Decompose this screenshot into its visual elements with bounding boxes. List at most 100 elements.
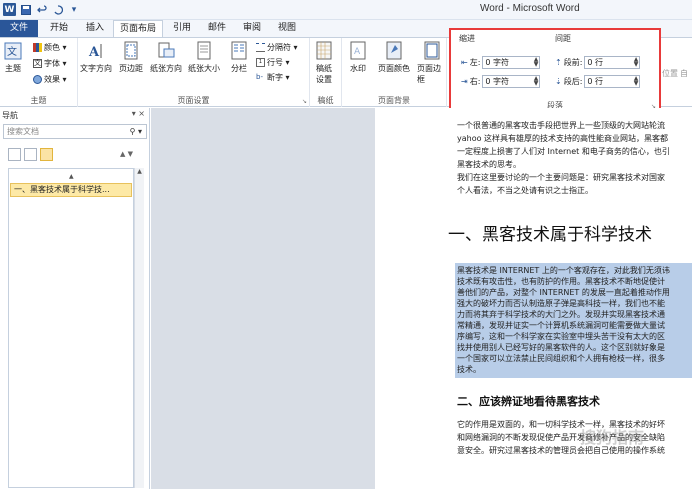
save-icon[interactable]: [20, 4, 32, 16]
indent-left-value: 0 字符: [485, 58, 510, 67]
draft-paper-button[interactable]: 稿纸 设置: [315, 41, 333, 85]
line-numbers-icon: 1: [256, 58, 265, 67]
size-label: 纸张大小: [188, 64, 220, 73]
nav-scrollbar[interactable]: ▲: [134, 168, 144, 488]
theme-fonts-button[interactable]: 文 字体 ▾: [33, 58, 67, 69]
theme-effects-button[interactable]: 效果 ▾: [33, 74, 67, 85]
themes-button[interactable]: 文 主题: [4, 41, 22, 74]
quick-access-toolbar: W ▾: [3, 3, 80, 16]
themes-label: 主题: [5, 64, 21, 73]
position-button[interactable]: 位置 自: [662, 68, 688, 79]
watermark-icon: A: [350, 41, 366, 60]
spacing-before-input[interactable]: 0 行 ▲ ▼: [584, 56, 641, 69]
orientation-button[interactable]: 纸张方向: [150, 41, 182, 74]
heading-item[interactable]: 一、黑客技术属于科学技...: [10, 183, 132, 197]
text-direction-button[interactable]: A 文字方向: [80, 41, 112, 74]
columns-button[interactable]: 分栏: [230, 41, 248, 74]
browse-pages-icon[interactable]: [24, 148, 37, 161]
margins-label: 页边距: [119, 64, 143, 73]
page-borders-icon: [424, 41, 439, 60]
text-direction-label: 文字方向: [80, 64, 112, 73]
nav-search-input[interactable]: 搜索文档 ⚲ ▾: [3, 124, 147, 139]
spacing-after-label: 段后:: [563, 77, 583, 86]
heading-list: ▲ 一、黑客技术属于科学技...: [8, 168, 134, 488]
spacing-after-input[interactable]: 0 行 ▲ ▼: [584, 75, 641, 88]
doc-line: 黑客技术的思考。: [457, 160, 521, 169]
watermark-button[interactable]: A 水印: [349, 41, 367, 74]
scroll-up-icon[interactable]: ▲: [135, 168, 144, 176]
page-color-icon: [386, 41, 402, 60]
customize-icon[interactable]: ▾: [68, 4, 80, 16]
tab-home[interactable]: 开始: [42, 20, 76, 37]
browse-results-icon[interactable]: [40, 148, 53, 161]
hyphenation-button[interactable]: b- 断字 ▾: [256, 72, 290, 83]
group-label-draft: 稿纸: [317, 96, 334, 105]
spin-arrows-icon[interactable]: ▲ ▼: [534, 57, 539, 68]
size-button[interactable]: 纸张大小: [188, 41, 220, 74]
group-label-page-setup: 页面设置: [177, 96, 210, 105]
selected-line: 技术既有攻击性，也有防护的作用。黑客技术不断地促使计: [457, 277, 665, 286]
doc-line: yahoo 这样具有雄厚的技术支持的高性能商业网站，黑客都: [457, 134, 669, 143]
document-heading-2: 二、应该辨证地看待黑客技术: [457, 395, 600, 408]
page-color-label: 页面颜色: [378, 64, 410, 73]
text-direction-icon: A: [88, 44, 102, 60]
nav-prev-next-icon[interactable]: ▲ ▼: [120, 150, 133, 158]
indent-right-label: 右:: [469, 77, 481, 86]
tab-page-layout[interactable]: 页面布局: [113, 20, 163, 37]
margins-button[interactable]: 页边距: [119, 41, 143, 74]
spin-arrows-icon[interactable]: ▲ ▼: [534, 76, 539, 87]
hyphenation-label: 断字 ▾: [267, 73, 290, 82]
effects-icon: [33, 75, 42, 84]
nav-view-tabs: [8, 148, 53, 161]
spacing-before-icon: ⇡: [555, 58, 562, 67]
indent-left-label: 左:: [469, 58, 481, 67]
selected-line: 序编写，这和一个科学家在实验室中埋头苦干没有太大的区: [457, 332, 665, 341]
indent-right-input[interactable]: 0 字符 ▲ ▼: [482, 75, 541, 88]
indent-right-row: ⇥ 右: 0 字符 ▲ ▼: [461, 75, 541, 88]
breaks-button[interactable]: 分隔符 ▾: [256, 42, 298, 53]
group-theme: 文 主题 颜色 ▾ 文 字体 ▾ 效果 ▾ 主题: [0, 38, 78, 107]
tab-mailings[interactable]: 邮件: [201, 20, 233, 37]
tab-review[interactable]: 审阅: [236, 20, 268, 37]
page-borders-button[interactable]: 页面边框: [417, 41, 446, 85]
group-label-page-background: 页面背景: [378, 96, 410, 105]
selected-line: 力而将其弃于科学技术的大门之外。发现并实现黑客技术通: [457, 310, 665, 319]
page-setup-launcher-icon[interactable]: ↘: [302, 98, 307, 105]
palette-icon: [33, 43, 42, 52]
selected-line: 黑客技术是 INTERNET 上的一个客观存在，对此我们无须讳: [457, 266, 670, 275]
tab-insert[interactable]: 插入: [78, 20, 112, 37]
title-bar: W ▾ Word - Microsoft Word: [0, 0, 692, 20]
watermark-text: 搜狗指南: [580, 428, 645, 447]
selected-line: 常精通，发现并证实一个计算机系统漏洞可能需要做大量试: [457, 321, 665, 330]
group-page-background: A 水印 页面颜色 页面边框 页面背景: [342, 38, 447, 107]
close-icon[interactable]: ▾ ×: [132, 109, 145, 118]
line-numbers-button[interactable]: 1 行号 ▾: [256, 57, 290, 68]
indent-header: 缩进: [459, 34, 475, 43]
search-icon[interactable]: ⚲ ▾: [130, 125, 142, 138]
indent-right-icon: ⇥: [461, 77, 468, 86]
group-arrange: 位置 自: [660, 38, 692, 107]
theme-fonts-label: 字体 ▾: [44, 59, 67, 68]
spacing-before-value: 0 行: [587, 58, 604, 67]
indent-left-input[interactable]: 0 字符 ▲ ▼: [482, 56, 541, 69]
orientation-icon: [158, 42, 175, 58]
spin-arrows-icon[interactable]: ▲ ▼: [634, 57, 639, 68]
redo-icon[interactable]: [52, 4, 64, 16]
selected-line: 技术。: [457, 365, 481, 374]
wrap-label: 自: [680, 69, 688, 78]
tab-references[interactable]: 引用: [166, 20, 198, 37]
browse-headings-icon[interactable]: [8, 148, 21, 161]
breaks-icon: [256, 43, 265, 52]
theme-colors-button[interactable]: 颜色 ▾: [33, 42, 67, 53]
undo-icon[interactable]: [36, 4, 48, 16]
page-color-button[interactable]: 页面颜色: [378, 41, 410, 74]
collapse-icon[interactable]: ▲: [69, 173, 74, 180]
page-size-icon: [197, 41, 211, 60]
selected-line: 一个国家可以立法禁止民间组织和个人拥有枪枝一样，很多: [457, 354, 665, 363]
tab-view[interactable]: 视图: [271, 20, 303, 37]
spin-arrows-icon[interactable]: ▲ ▼: [634, 76, 639, 87]
doc-line: 一个很普通的黑客攻击手段把世界上一些顶级的大网站轮流: [457, 121, 665, 130]
tab-file[interactable]: 文件: [0, 20, 38, 37]
word-logo-icon[interactable]: W: [3, 3, 16, 16]
document-page[interactable]: 一个很普通的黑客攻击手段把世界上一些顶级的大网站轮流 yahoo 这样具有雄厚的…: [375, 108, 692, 489]
